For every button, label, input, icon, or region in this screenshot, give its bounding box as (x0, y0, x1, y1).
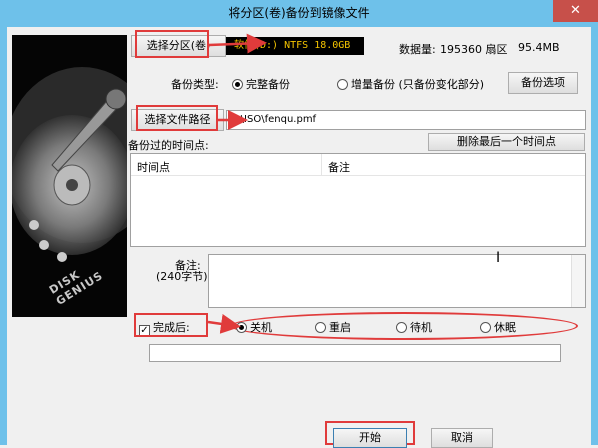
annotation-box-completion (134, 313, 208, 337)
annotation-box-filepath (136, 105, 218, 131)
timepoints-table[interactable]: 时间点 备注 (130, 153, 586, 247)
close-button[interactable]: ✕ (553, 0, 598, 22)
radio-indicator-icon (236, 322, 247, 333)
window-frame-right (591, 27, 598, 445)
cancel-button[interactable]: 取消 (431, 428, 493, 448)
data-count-value: 195360 扇区 (440, 43, 508, 56)
window-title: 将分区(卷)备份到镜像文件 (228, 6, 370, 20)
disk-genius-illustration: DISK GENIUS (12, 35, 127, 317)
column-header-note[interactable]: 备注 (328, 159, 350, 175)
timepoints-label: 备份过的时间点: (128, 139, 209, 152)
radio-shutdown[interactable]: 关机 (236, 319, 272, 335)
backup-options-button[interactable]: 备份选项 (508, 72, 578, 94)
table-header (131, 154, 585, 176)
selected-partition-info: 软件(D:) NTFS 18.0GB (226, 37, 364, 55)
radio-full-backup[interactable]: 完整备份 (232, 76, 290, 92)
start-button[interactable]: 开始 (333, 428, 407, 448)
radio-indicator-icon (480, 322, 491, 333)
radio-indicator-icon (315, 322, 326, 333)
file-path-input[interactable]: U:\ISO\fenqu.pmf (226, 110, 586, 130)
note-scrollbar[interactable] (571, 255, 585, 307)
note-textarea[interactable] (208, 254, 586, 308)
close-icon: ✕ (570, 3, 581, 18)
window-frame-left (0, 27, 7, 445)
data-count-label: 数据量: (399, 43, 436, 56)
annotation-box-partition (135, 30, 209, 58)
radio-restart[interactable]: 重启 (315, 319, 351, 335)
radio-standby[interactable]: 待机 (396, 319, 432, 335)
radio-hibernate[interactable]: 休眠 (480, 319, 516, 335)
column-divider (321, 154, 322, 176)
radio-incremental-backup[interactable]: 增量备份 (只备份变化部分) (337, 76, 484, 92)
delete-last-timepoint-button[interactable]: 删除最后一个时间点 (428, 133, 585, 151)
text-cursor-icon: I (496, 250, 501, 266)
radio-indicator-icon (396, 322, 407, 333)
radio-indicator-icon (337, 79, 348, 90)
progress-bar (149, 344, 561, 362)
backup-type-label: 备份类型: (171, 78, 219, 91)
column-header-timepoint[interactable]: 时间点 (137, 159, 170, 175)
note-sublabel: (240字节) (156, 270, 208, 283)
radio-indicator-icon (232, 79, 243, 90)
data-size-value: 95.4MB (518, 41, 560, 54)
